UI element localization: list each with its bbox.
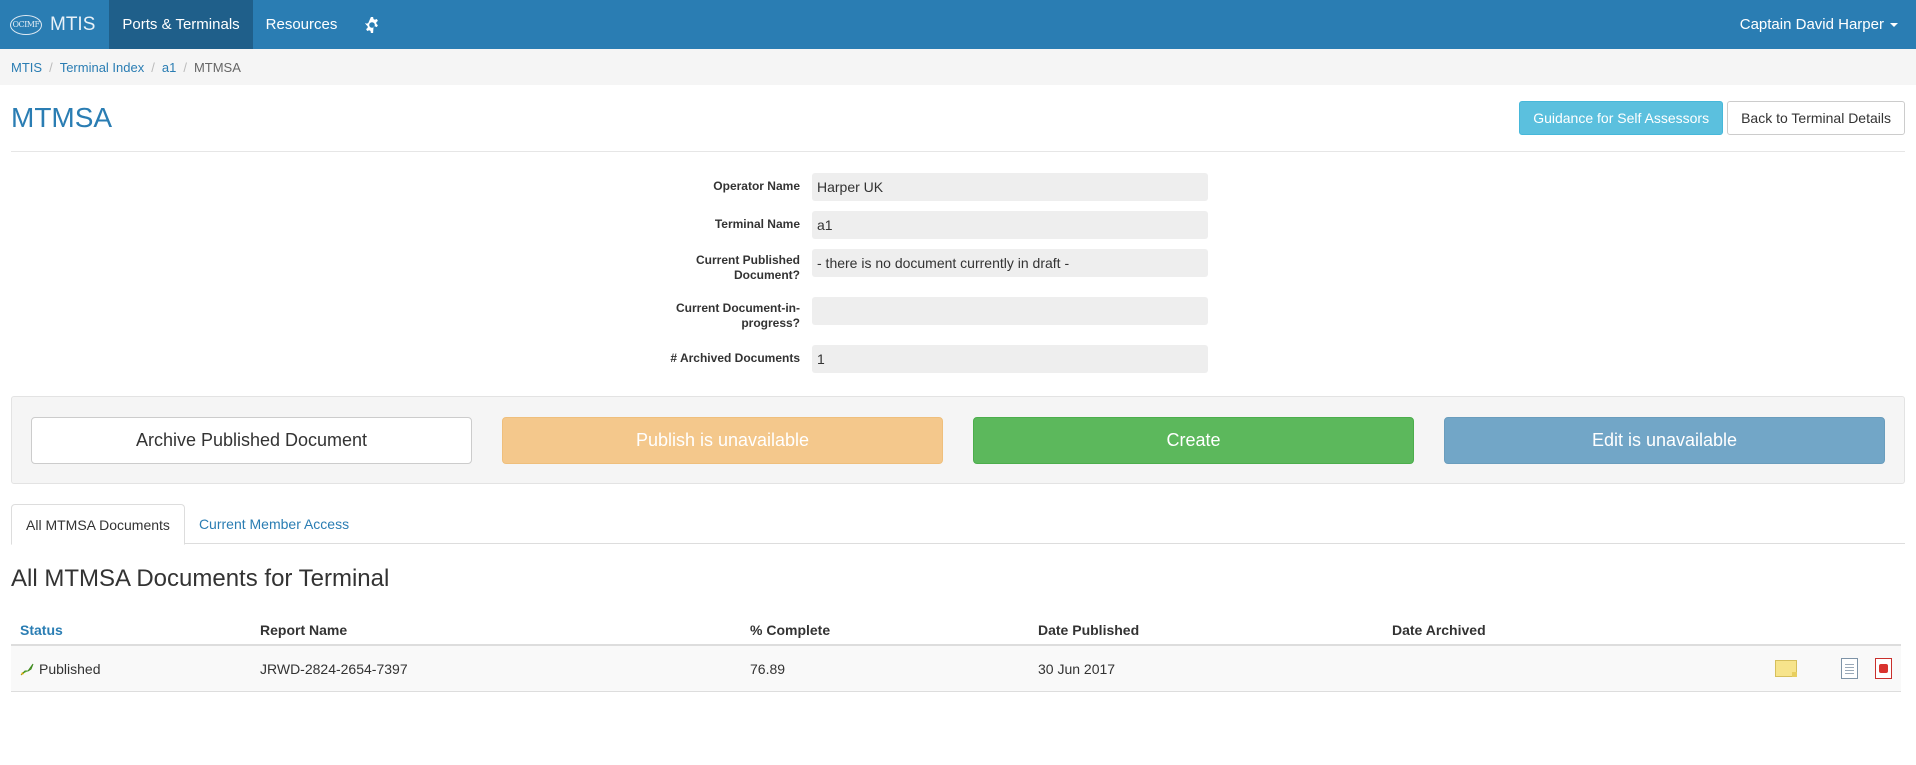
document-tabs: All MTMSA Documents Current Member Acces… [11, 504, 1905, 545]
published-value: - there is no document currently in draf… [812, 249, 1208, 277]
terminal-value: a1 [812, 211, 1208, 239]
brand-name: MTIS [50, 13, 96, 35]
complete-cell: 76.89 [741, 645, 1029, 692]
published-row: Current Published Document? - there is n… [0, 249, 1916, 283]
breadcrumb-current: MTMSA [193, 59, 241, 75]
header-status[interactable]: Status [11, 615, 251, 646]
inprogress-value [812, 297, 1208, 325]
breadcrumb-separator: / [49, 59, 53, 75]
operator-row: Operator Name Harper UK [0, 173, 1916, 201]
breadcrumb-a1[interactable]: a1 [162, 60, 176, 75]
breadcrumb-separator: / [151, 59, 155, 75]
document-info-form: Operator Name Harper UK Terminal Name a1… [0, 152, 1916, 373]
report-name-cell: JRWD-2824-2654-7397 [251, 645, 741, 692]
user-menu[interactable]: Captain David Harper [1740, 0, 1916, 49]
breadcrumb-separator: / [183, 59, 187, 75]
document-icon[interactable] [1841, 658, 1859, 679]
archived-value: 1 [812, 345, 1208, 373]
table-row: Published JRWD-2824-2654-7397 76.89 30 J… [11, 645, 1901, 692]
create-button[interactable]: Create [973, 416, 1414, 464]
publish-button-disabled[interactable]: Publish is unavailable [502, 416, 943, 464]
actions-panel: Archive Published Document Publish is un… [11, 396, 1905, 484]
brand[interactable]: OCIMF MTIS [0, 0, 109, 49]
gear-icon [365, 16, 379, 33]
terminal-label: Terminal Name [714, 217, 800, 231]
breadcrumb: MTIS / Terminal Index / a1 / MTMSA [0, 49, 1916, 85]
user-name: Captain David Harper [1739, 16, 1884, 33]
caret-down-icon [1890, 22, 1898, 27]
archived-row: # Archived Documents 1 [0, 345, 1916, 373]
inprogress-row: Current Document-in-progress? [0, 297, 1916, 331]
back-to-terminal-button[interactable]: Back to Terminal Details [1727, 101, 1905, 135]
notes-icon[interactable] [1775, 660, 1798, 677]
breadcrumb-terminal-index[interactable]: Terminal Index [60, 60, 145, 75]
header-date-published: Date Published [1029, 615, 1383, 646]
operator-value: Harper UK [812, 173, 1208, 201]
guidance-button[interactable]: Guidance for Self Assessors [1519, 101, 1724, 135]
page-title: MTMSA [11, 102, 113, 133]
inprogress-label: Current Document-in-progress? [676, 301, 800, 330]
header-buttons: Guidance for Self Assessors Back to Term… [1519, 101, 1905, 135]
date-published-cell: 30 Jun 2017 [1029, 645, 1383, 692]
published-status-icon [20, 663, 34, 675]
pdf-icon[interactable] [1875, 658, 1892, 679]
archived-label: # Archived Documents [670, 351, 800, 365]
header-actions [1741, 615, 1901, 646]
ocimf-logo: OCIMF [10, 14, 42, 35]
nav-resources[interactable]: Resources [253, 0, 351, 49]
top-navbar: OCIMF MTIS Ports & Terminals Resources C… [0, 0, 1916, 49]
status-text: Published [39, 660, 101, 677]
archive-published-button[interactable]: Archive Published Document [31, 416, 472, 464]
breadcrumb-mtis[interactable]: MTIS [11, 60, 42, 75]
tab-all-documents[interactable]: All MTMSA Documents [11, 504, 185, 545]
table-header-row: Status Report Name % Complete Date Publi… [11, 615, 1901, 646]
page-header: MTMSA Guidance for Self Assessors Back t… [11, 85, 1905, 152]
edit-button-disabled[interactable]: Edit is unavailable [1444, 416, 1885, 464]
terminal-row: Terminal Name a1 [0, 211, 1916, 239]
section-title: All MTMSA Documents for Terminal [11, 565, 390, 592]
published-label: Current Published Document? [695, 253, 800, 282]
nav-ports-terminals[interactable]: Ports & Terminals [109, 0, 253, 49]
operator-label: Operator Name [713, 179, 800, 193]
header-report-name: Report Name [251, 615, 741, 646]
header-complete: % Complete [741, 615, 1029, 646]
date-archived-cell [1383, 645, 1741, 692]
documents-table: Status Report Name % Complete Date Publi… [11, 615, 1901, 692]
tab-member-access[interactable]: Current Member Access [185, 504, 363, 543]
settings-gear-button[interactable] [350, 0, 394, 49]
header-date-archived: Date Archived [1383, 615, 1741, 646]
